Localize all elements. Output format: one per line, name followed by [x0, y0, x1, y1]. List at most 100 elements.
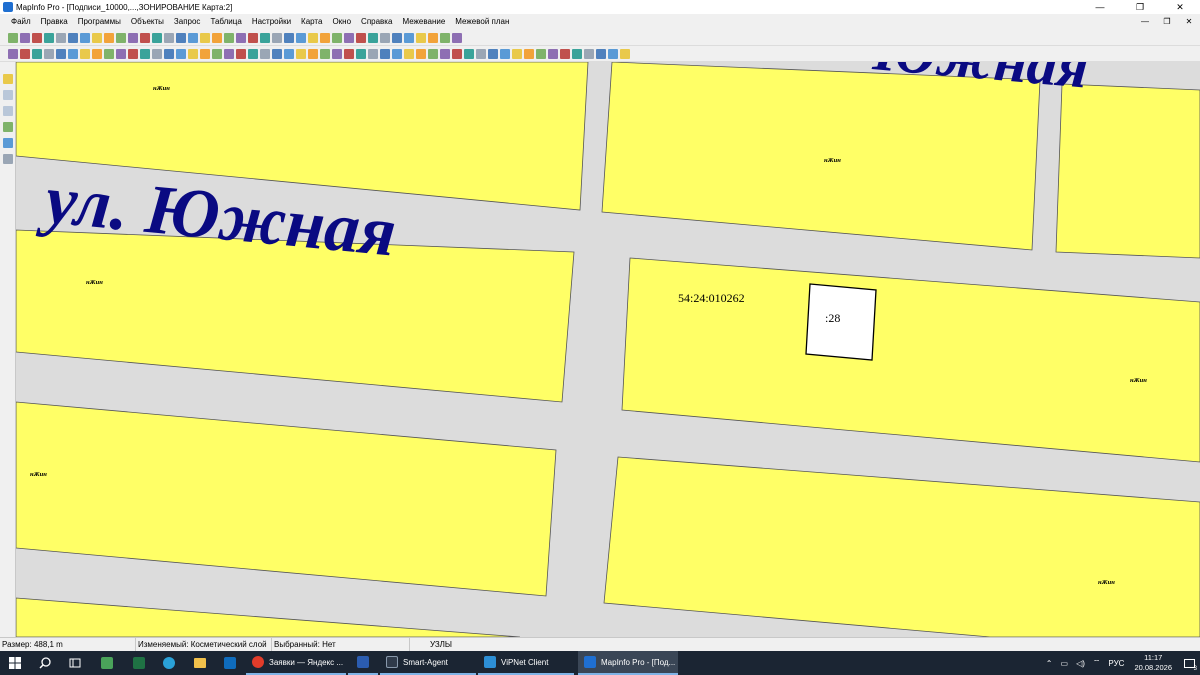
drawing-tool-button-icon[interactable]: [80, 49, 90, 59]
drawing-tool-button-icon[interactable]: [44, 49, 54, 59]
selected-parcel[interactable]: [805, 283, 877, 361]
menu-table[interactable]: Таблица: [205, 17, 246, 26]
standard-tool-button-icon[interactable]: [68, 33, 78, 43]
drawing-tool-button-icon[interactable]: [284, 49, 294, 59]
standard-tool-button-icon[interactable]: [380, 33, 390, 43]
drawing-tool-button-icon[interactable]: [344, 49, 354, 59]
menu-programs[interactable]: Программы: [73, 17, 126, 26]
standard-tool-button-icon[interactable]: [392, 33, 402, 43]
standard-tool-button-icon[interactable]: [440, 33, 450, 43]
minimize-button[interactable]: —: [1080, 0, 1120, 14]
drawing-tool-button-icon[interactable]: [200, 49, 210, 59]
close-button[interactable]: ✕: [1160, 0, 1200, 14]
drawing-tool-button-icon[interactable]: [500, 49, 510, 59]
taskbar-app-mapinfo[interactable]: MapInfo Pro - [Под...: [578, 651, 678, 675]
drawing-tool-button-icon[interactable]: [608, 49, 618, 59]
taskbar-app-smart-agent[interactable]: Smart-Agent: [380, 651, 476, 675]
standard-tool-button-icon[interactable]: [404, 33, 414, 43]
drawing-tool-button-icon[interactable]: [296, 49, 306, 59]
drawing-tool-button-icon[interactable]: [536, 49, 546, 59]
standard-tool-button-icon[interactable]: [128, 33, 138, 43]
drawing-tool-button-icon[interactable]: [596, 49, 606, 59]
menu-surveying[interactable]: Межевание: [397, 17, 450, 26]
standard-tool-button-icon[interactable]: [32, 33, 42, 43]
chevron-up-icon[interactable]: ⌃: [1046, 659, 1053, 668]
drawing-tool-button-icon[interactable]: [428, 49, 438, 59]
drawing-tool-button-icon[interactable]: [368, 49, 378, 59]
standard-tool-button-icon[interactable]: [8, 33, 18, 43]
drawing-tool-button-icon[interactable]: [92, 49, 102, 59]
maximize-button[interactable]: ❐: [1120, 0, 1160, 14]
doc-restore-button[interactable]: ❐: [1156, 14, 1178, 29]
drawing-tool-button-icon[interactable]: [56, 49, 66, 59]
drawing-tool-button-icon[interactable]: [152, 49, 162, 59]
network-icon[interactable]: ▭: [1061, 659, 1069, 668]
task-view-button[interactable]: [60, 651, 90, 675]
standard-tool-button-icon[interactable]: [80, 33, 90, 43]
parcel-block[interactable]: [1055, 83, 1200, 259]
drawing-tool-button-icon[interactable]: [320, 49, 330, 59]
standard-tool-button-icon[interactable]: [236, 33, 246, 43]
search-button[interactable]: [30, 651, 60, 675]
drawing-tool-button-icon[interactable]: [440, 49, 450, 59]
standard-tool-button-icon[interactable]: [356, 33, 366, 43]
pinned-app[interactable]: [92, 651, 122, 675]
standard-tool-button-icon[interactable]: [188, 33, 198, 43]
notification-button[interactable]: 3: [1178, 651, 1200, 675]
drawing-tool-button-icon[interactable]: [104, 49, 114, 59]
drawing-tool-button-icon[interactable]: [584, 49, 594, 59]
start-button[interactable]: [0, 651, 30, 675]
drawing-tool-button-icon[interactable]: [356, 49, 366, 59]
drawing-tool-button-icon[interactable]: [308, 49, 318, 59]
drawing-tool-button-icon[interactable]: [476, 49, 486, 59]
menu-help[interactable]: Справка: [356, 17, 397, 26]
drawing-tool-button-icon[interactable]: [548, 49, 558, 59]
edit-tool-icon[interactable]: [3, 154, 13, 164]
pinned-outlook[interactable]: [215, 651, 245, 675]
drawing-tool-button-icon[interactable]: [248, 49, 258, 59]
drawing-tool-button-icon[interactable]: [128, 49, 138, 59]
standard-tool-button-icon[interactable]: [56, 33, 66, 43]
standard-tool-button-icon[interactable]: [104, 33, 114, 43]
standard-tool-button-icon[interactable]: [212, 33, 222, 43]
map-canvas[interactable]: :28 54:24:010262 ул. Южная Южная нЖин нЖ…: [16, 62, 1200, 637]
menu-query[interactable]: Запрос: [169, 17, 206, 26]
drawing-tool-button-icon[interactable]: [332, 49, 342, 59]
standard-tool-button-icon[interactable]: [452, 33, 462, 43]
standard-tool-button-icon[interactable]: [344, 33, 354, 43]
drawing-tool-button-icon[interactable]: [560, 49, 570, 59]
drawing-tool-button-icon[interactable]: [164, 49, 174, 59]
drawing-tool-button-icon[interactable]: [20, 49, 30, 59]
drawing-tool-button-icon[interactable]: [8, 49, 18, 59]
map-layer-icon[interactable]: [3, 122, 13, 132]
drawing-tool-button-icon[interactable]: [488, 49, 498, 59]
menu-survey-plan[interactable]: Межевой план: [450, 17, 514, 26]
drawing-tool-button-icon[interactable]: [512, 49, 522, 59]
clock[interactable]: 11:17 20.08.2026: [1134, 653, 1172, 673]
pinned-excel[interactable]: [124, 651, 154, 675]
taskbar-app-browser[interactable]: Заявки — Яндекс ...: [246, 651, 346, 675]
pinned-explorer[interactable]: [185, 651, 215, 675]
language-indicator[interactable]: РУС: [1108, 659, 1124, 668]
menu-objects[interactable]: Объекты: [126, 17, 169, 26]
drawing-tool-button-icon[interactable]: [620, 49, 630, 59]
standard-tool-button-icon[interactable]: [320, 33, 330, 43]
taskbar-app-vipnet[interactable]: ViPNet Client: [478, 651, 574, 675]
drawing-tool-button-icon[interactable]: [176, 49, 186, 59]
standard-tool-button-icon[interactable]: [224, 33, 234, 43]
geocode-icon[interactable]: [3, 138, 13, 148]
standard-tool-button-icon[interactable]: [116, 33, 126, 43]
standard-tool-button-icon[interactable]: [260, 33, 270, 43]
menu-edit[interactable]: Правка: [36, 17, 73, 26]
drawing-tool-button-icon[interactable]: [416, 49, 426, 59]
standard-tool-button-icon[interactable]: [296, 33, 306, 43]
menu-options[interactable]: Настройки: [247, 17, 296, 26]
status-selected[interactable]: Выбранный: Нет: [272, 638, 410, 651]
status-editable-layer[interactable]: Изменяемый: Косметический слой: [136, 638, 272, 651]
drawing-tool-button-icon[interactable]: [224, 49, 234, 59]
standard-tool-button-icon[interactable]: [416, 33, 426, 43]
drawing-tool-button-icon[interactable]: [260, 49, 270, 59]
standard-tool-button-icon[interactable]: [20, 33, 30, 43]
drawing-tool-button-icon[interactable]: [236, 49, 246, 59]
menu-window[interactable]: Окно: [327, 17, 356, 26]
